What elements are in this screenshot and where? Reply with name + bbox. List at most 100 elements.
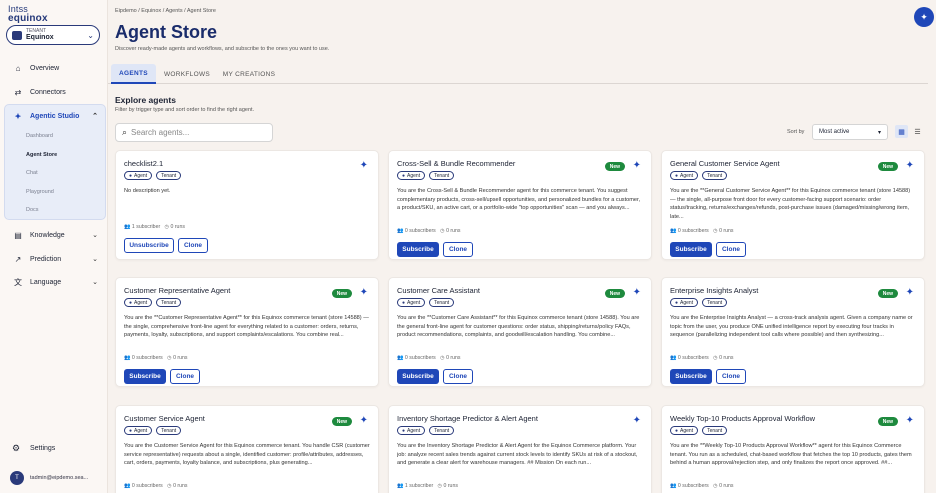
agent-description: You are the Customer Service Agent for t… — [124, 443, 370, 467]
runs-icon: ◷ — [167, 355, 172, 361]
nav-language[interactable]: 文 Language ⌄ — [0, 275, 108, 289]
clone-button[interactable]: Clone — [170, 369, 200, 384]
sparkle-icon: ✦ — [632, 160, 641, 171]
tab-my-creations[interactable]: MY CREATIONS — [222, 64, 276, 84]
search-icon: ⌕ — [122, 127, 128, 137]
agent-badge: ● Agent — [124, 298, 153, 307]
tenant-badge: Tenant — [429, 298, 455, 307]
runs-icon: ◷ — [713, 355, 718, 361]
chevron-down-icon: ⌄ — [92, 279, 98, 286]
runs-icon: ◷ — [713, 483, 718, 489]
robot-icon: ● — [402, 299, 406, 306]
agent-badge: ● Agent — [670, 171, 699, 180]
agent-badge: ● Agent — [124, 426, 153, 435]
tab-agents[interactable]: AGENTS — [111, 64, 156, 84]
sort-select[interactable]: Most active ▾ — [812, 124, 888, 140]
new-badge: New — [604, 289, 625, 298]
chevron-down-icon: ⌄ — [92, 232, 98, 239]
nav-sub-agent-store[interactable]: Agent Store — [26, 152, 57, 158]
nav-overview[interactable]: ⌂ Overview — [0, 61, 108, 75]
agent-card[interactable]: Enterprise Insights Analyst ● Agent Tenant N… — [661, 277, 925, 387]
nav-sub-playground[interactable]: Playground — [26, 189, 54, 195]
list-view-button[interactable]: ☰ — [911, 125, 924, 138]
agent-description: You are the Cross-Sell & Bundle Recommen… — [397, 188, 641, 212]
chevron-up-icon: ⌃ — [92, 113, 98, 120]
sparkle-icon: ✦ — [905, 287, 914, 298]
subscribe-button[interactable]: Subscribe — [397, 242, 439, 257]
subscribe-button[interactable]: Subscribe — [670, 242, 712, 257]
clone-button[interactable]: Clone — [443, 242, 473, 257]
tenant-value: Equinox — [26, 34, 54, 41]
tenant-selector[interactable]: TENANT Equinox ⌄ — [6, 25, 100, 45]
agent-card[interactable]: Customer Service Agent ● Agent Tenant New ✦ Yo… — [115, 405, 379, 493]
robot-icon: ● — [129, 427, 133, 434]
agent-badge: ● Agent — [397, 426, 426, 435]
chevron-down-icon: ⌄ — [92, 256, 98, 263]
agent-stats: 👥 0 subscribers ◷ 0 runs — [397, 355, 461, 361]
nav-knowledge[interactable]: ▤ Knowledge ⌄ — [0, 228, 108, 242]
agent-card[interactable]: Weekly Top-10 Products Approval Workflow… — [661, 405, 925, 493]
subscribers-icon: 👥 — [397, 355, 404, 361]
tenant-badge: Tenant — [429, 426, 455, 435]
tab-bar: AGENTS WORKFLOWS MY CREATIONS — [108, 64, 928, 84]
agent-name: Enterprise Insights Analyst — [670, 286, 759, 295]
agent-stats: 👥 0 subscribers ◷ 0 runs — [670, 483, 734, 489]
unsubscribe-button[interactable]: Unsubscribe — [124, 238, 174, 253]
tenant-badge: Tenant — [702, 426, 728, 435]
search-input[interactable]: ⌕ Search agents... — [115, 123, 273, 142]
grid-icon: ▦ — [898, 128, 905, 136]
subscribers-icon: 👥 — [670, 483, 677, 489]
sparkle-icon: ✦ — [632, 415, 641, 426]
nav-connectors[interactable]: ⇄ Connectors — [0, 85, 108, 99]
agent-description: You are the **General Customer Service A… — [670, 188, 911, 220]
assistant-sparkle-button[interactable]: ✦ — [914, 7, 934, 27]
subscribe-button[interactable]: Subscribe — [124, 369, 166, 384]
subscribe-button[interactable]: Subscribe — [397, 369, 439, 384]
subscribers-icon: 👥 — [124, 355, 131, 361]
nav-prediction[interactable]: ↗ Prediction ⌄ — [0, 252, 108, 266]
user-profile[interactable]: Ttadmin@eipdemo.sea... — [10, 471, 88, 485]
agent-card[interactable]: Customer Representative Agent ● Agent Tenan… — [115, 277, 379, 387]
chevron-down-icon: ⌄ — [87, 30, 94, 40]
nav-settings[interactable]: ⚙ Settings — [12, 443, 55, 454]
agent-card[interactable]: Inventory Shortage Predictor & Alert Age… — [388, 405, 652, 493]
list-icon: ☰ — [914, 128, 921, 136]
runs-icon: ◷ — [167, 483, 172, 489]
sort-label: Sort by — [787, 129, 805, 135]
nav-sub-chat[interactable]: Chat — [26, 170, 38, 176]
tenant-badge: Tenant — [429, 171, 455, 180]
sparkle-icon: ✦ — [905, 415, 914, 426]
agent-description: No description yet. — [124, 188, 171, 194]
new-badge: New — [877, 417, 898, 426]
clone-button[interactable]: Clone — [716, 369, 746, 384]
agent-name: Customer Care Assistant — [397, 286, 480, 295]
agent-description: You are the **Customer Representative Ag… — [124, 315, 369, 339]
tab-workflows[interactable]: WORKFLOWS — [164, 64, 210, 84]
page-title: Agent Store — [115, 22, 218, 42]
robot-icon: ● — [402, 172, 406, 179]
nav-agentic-studio[interactable]: ✦ Agentic Studio ⌃ — [0, 109, 108, 123]
section-subtitle: Filter by trigger type and sort order to… — [115, 107, 255, 113]
tenant-badge: Tenant — [156, 171, 182, 180]
subscribers-icon: 👥 — [124, 224, 131, 230]
agent-card[interactable]: checklist2.1 ● Agent Tenant ✦ No description … — [115, 150, 379, 260]
subscribe-button[interactable]: Subscribe — [670, 369, 712, 384]
building-icon — [12, 30, 22, 40]
agent-card[interactable]: Customer Care Assistant ● Agent Tenant New ✦ Y… — [388, 277, 652, 387]
trend-icon: ↗ — [14, 254, 22, 264]
robot-icon: ● — [129, 172, 133, 179]
nav-sub-dashboard[interactable]: Dashboard — [26, 133, 53, 139]
agent-card[interactable]: General Customer Service Agent ● Agent Tena… — [661, 150, 925, 260]
sparkle-icon: ✦ — [359, 160, 368, 171]
clone-button[interactable]: Clone — [443, 369, 473, 384]
grid-view-button[interactable]: ▦ — [895, 125, 908, 138]
nav-sub-docs[interactable]: Docs — [26, 207, 39, 213]
clone-button[interactable]: Clone — [716, 242, 746, 257]
agent-card[interactable]: Cross-Sell & Bundle Recommender ● Agent Ten… — [388, 150, 652, 260]
agent-badge: ● Agent — [397, 298, 426, 307]
agent-stats: 👥 1 subscriber ◷ 0 runs — [397, 483, 458, 489]
agent-name: Cross-Sell & Bundle Recommender — [397, 159, 516, 168]
clone-button[interactable]: Clone — [178, 238, 208, 253]
breadcrumb: Eipdemo / Equinox / Agents / Agent Store — [115, 8, 216, 14]
tenant-badge: Tenant — [702, 298, 728, 307]
